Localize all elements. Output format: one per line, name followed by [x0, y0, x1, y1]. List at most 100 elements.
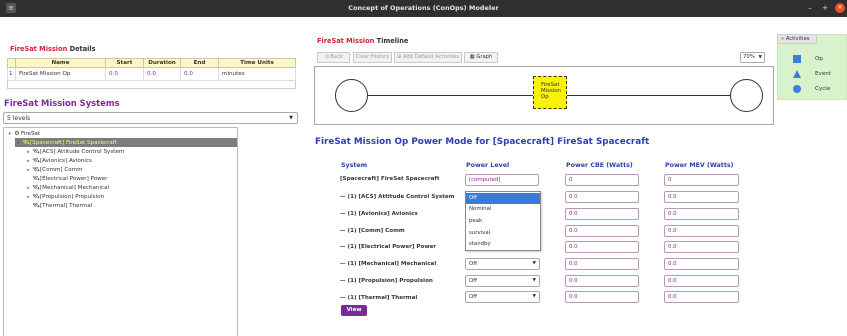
power-cbe-field[interactable]: 0.0: [565, 275, 639, 287]
activities-tab[interactable]: » Activities: [777, 34, 817, 44]
power-mev-field[interactable]: 0.0: [664, 241, 739, 253]
satellite-icon: 🛰: [32, 202, 40, 209]
details-table: Name Start Duration End Time Units 1 Fir…: [7, 58, 296, 81]
timeline-heading-mission: FireSat Mission: [317, 37, 375, 45]
power-cbe-field[interactable]: 0.0: [565, 241, 639, 253]
zoom-select[interactable]: 70% ▼: [740, 52, 765, 63]
timeline-heading-label: Timeline: [376, 37, 409, 45]
dropdown-option-nominal[interactable]: Nominal: [466, 204, 540, 215]
details-col-duration: Duration: [143, 58, 181, 68]
zoom-value: 70%: [743, 54, 755, 60]
power-level-select[interactable]: Off ▼: [465, 275, 540, 287]
collapse-toggle-icon[interactable]: ▾: [15, 139, 22, 148]
tree-node-label: [Thermal] Thermal: [40, 203, 93, 209]
tree-node-mechanical[interactable]: ▸ 🛰[Mechanical] Mechanical: [25, 183, 109, 192]
activities-tab-label: Activities: [785, 36, 810, 42]
square-icon: [793, 55, 801, 63]
dropdown-option-standby[interactable]: standby: [466, 239, 540, 250]
back-button[interactable]: ⟲ Back: [317, 52, 350, 63]
tree-node-power[interactable]: 🛰[Electrical Power] Power: [25, 174, 107, 183]
tree-node-label: [Electrical Power] Power: [40, 176, 108, 182]
timeline-activity-box[interactable]: FireSat Mission Op: [533, 76, 567, 109]
tree-node-comm[interactable]: ▸ 🛰[Comm] Comm: [25, 165, 82, 174]
power-level-select[interactable]: Off ▼: [465, 291, 540, 303]
timeline-canvas[interactable]: FireSat Mission Op: [314, 66, 774, 125]
power-level-field[interactable]: [computed]: [465, 174, 539, 186]
graph-label: Graph: [476, 54, 493, 60]
satellite-icon: 🛰: [32, 193, 40, 200]
tree-node-avionics[interactable]: ▸ 🛰[Avionics] Avionics: [25, 156, 92, 165]
timeline-start-node[interactable]: [335, 79, 368, 112]
satellite-icon: 🛰: [22, 139, 30, 146]
time-units-cell[interactable]: minutes: [218, 67, 296, 81]
power-row-system: — (1) [Thermal] Thermal: [340, 295, 418, 301]
satellite-icon: 🛰: [32, 175, 40, 182]
add-label: Add Default Activities: [403, 54, 459, 60]
tree-node-firesat[interactable]: ▾ ⚙FireSat: [6, 129, 40, 138]
activity-label-line: Op: [541, 93, 549, 100]
dropdown-option-peak[interactable]: peak: [466, 216, 540, 227]
power-mev-field[interactable]: 0.0: [664, 208, 739, 220]
levels-select[interactable]: 5 levels ▼: [3, 112, 298, 124]
power-level-value: Off: [469, 261, 477, 267]
power-mev-field[interactable]: 0.0: [664, 258, 739, 270]
end-cell[interactable]: 0.0: [180, 67, 219, 81]
power-row-system: [Spacecraft] FireSat Spacecraft: [340, 176, 440, 182]
view-button[interactable]: View: [341, 305, 367, 316]
power-level-select[interactable]: Off ▼: [465, 258, 540, 270]
details-col-start: Start: [105, 58, 144, 68]
details-heading-label: Details: [69, 45, 96, 53]
close-button[interactable]: ✕: [835, 3, 845, 13]
power-cbe-field[interactable]: 0.0: [565, 225, 639, 237]
power-mev-field[interactable]: 0: [664, 174, 739, 186]
timeline-end-node[interactable]: [730, 79, 763, 112]
tree-node-label: [Avionics] Avionics: [40, 158, 92, 164]
power-mev-field[interactable]: 0.0: [664, 191, 739, 203]
dropdown-option-survival[interactable]: survival: [466, 228, 540, 239]
tree-node-spacecraft[interactable]: ▾ 🛰[Spacecraft] FireSat Spacecraft: [15, 138, 237, 147]
duration-cell[interactable]: 0.0: [143, 67, 181, 81]
power-mev-field[interactable]: 0.0: [664, 225, 739, 237]
activity-name-cell[interactable]: FireSat Mission Op: [15, 67, 106, 81]
table-row[interactable]: 1 FireSat Mission Op 0.0 0.0 0.0 minutes: [7, 67, 296, 81]
power-cbe-field[interactable]: 0.0: [565, 208, 639, 220]
power-cbe-field[interactable]: 0.0: [565, 191, 639, 203]
back-arrow-icon: ⟲: [324, 54, 329, 60]
dropdown-option-off[interactable]: Off: [466, 193, 540, 204]
collapse-toggle-icon[interactable]: ▾: [6, 130, 13, 139]
tree-node-acs[interactable]: ▸ 🛰[ACS] Attitude Control System: [25, 147, 124, 156]
clear-history-button[interactable]: Clear History: [353, 52, 392, 63]
power-row-system: — (1) [ACS] Attitude Control System: [340, 194, 455, 200]
window-title: Concept of Operations (ConOps) Modeler: [348, 4, 499, 12]
power-cbe-field[interactable]: 0.0: [565, 258, 639, 270]
power-cbe-field[interactable]: 0: [565, 174, 639, 186]
add-default-activities-button[interactable]: ⊞ Add Default Activities: [394, 52, 462, 63]
tree-node-label: FireSat: [21, 131, 41, 137]
row-index: 1: [7, 67, 16, 81]
satellite-icon: 🛰: [32, 166, 40, 173]
back-label: Back: [330, 54, 343, 60]
graph-button[interactable]: ▦ Graph: [464, 52, 498, 63]
power-mev-field[interactable]: 0.0: [664, 291, 739, 303]
power-mev-field[interactable]: 0.0: [664, 275, 739, 287]
power-cbe-field[interactable]: 0.0: [565, 291, 639, 303]
levels-value: 5 levels: [7, 115, 31, 122]
start-cell[interactable]: 0.0: [105, 67, 144, 81]
tree-node-label: [ACS] Attitude Control System: [40, 149, 125, 155]
details-col-units: Time Units: [218, 58, 296, 68]
maximize-button[interactable]: +: [820, 3, 830, 13]
col-header-power-level: Power Level: [466, 162, 510, 169]
power-level-value: Off: [469, 278, 477, 284]
col-header-system: System: [341, 162, 368, 169]
double-chevron-icon: »: [781, 36, 785, 42]
systems-heading: FireSat Mission Systems: [4, 98, 120, 108]
tree-node-propulsion[interactable]: ▸ 🛰[Propulsion] Propulsion: [25, 192, 104, 201]
minimize-button[interactable]: –: [805, 3, 815, 13]
chevron-down-icon: ▼: [289, 115, 293, 121]
details-col-end: End: [180, 58, 219, 68]
tree-node-thermal[interactable]: 🛰[Thermal] Thermal: [25, 201, 92, 210]
power-row-system: — (1) [Avionics] Avionics: [340, 211, 418, 217]
add-icon: ⊞: [397, 54, 402, 60]
power-row-system: — (1) [Comm] Comm: [340, 228, 405, 234]
triangle-icon: [793, 70, 801, 78]
